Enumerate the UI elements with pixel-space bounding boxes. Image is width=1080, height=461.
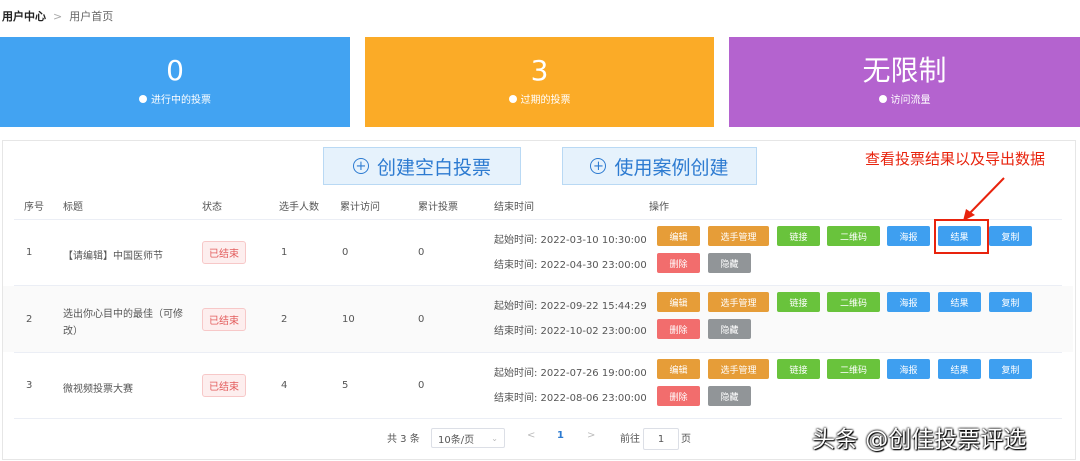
annotation-arrow-icon [963, 177, 1005, 221]
goto-label: 前往 [620, 434, 640, 445]
row-title: 【请编辑】中国医师节 [63, 251, 163, 262]
create-from-case-label: 使用案例创建 [614, 156, 729, 179]
header-status: 状态 [202, 202, 222, 213]
annotation-text: 查看投票结果以及导出数据 [865, 150, 1046, 168]
divider [14, 418, 1062, 419]
players-manage-button[interactable]: 选手管理 [708, 292, 769, 312]
next-page-icon[interactable]: > [587, 430, 595, 441]
header-players: 选手人数 [279, 202, 319, 213]
row-start-time: 起始时间: 2022-09-22 15:44:29 [494, 301, 647, 312]
row-players: 4 [281, 380, 288, 391]
delete-button[interactable]: 删除 [657, 319, 700, 339]
status-badge: 已结束 [202, 241, 246, 264]
pie-icon [139, 94, 147, 103]
row-end-time: 结束时间: 2022-04-30 23:00:00 [494, 260, 647, 271]
breadcrumb-current: 用户首页 [69, 10, 114, 23]
row-votes: 0 [418, 314, 425, 325]
pagination-total: 共 3 条 [387, 434, 420, 445]
header-votes: 累计投票 [418, 202, 458, 213]
players-manage-button[interactable]: 选手管理 [708, 226, 769, 246]
highlight-box [934, 219, 989, 254]
qrcode-button[interactable]: 二维码 [827, 359, 880, 379]
page-number-current[interactable]: 1 [557, 430, 564, 441]
stat-card-expired: 3 过期的投票 [365, 37, 714, 127]
page-size-value: 10条/页 [438, 434, 475, 446]
players-manage-button[interactable]: 选手管理 [708, 359, 769, 379]
poster-button[interactable]: 海报 [887, 292, 930, 312]
result-button[interactable]: 结果 [938, 359, 981, 379]
row-votes: 0 [418, 247, 425, 258]
row-players: 2 [281, 314, 288, 325]
header-visits: 累计访问 [340, 202, 380, 213]
row-start-time: 起始时间: 2022-03-10 10:30:00 [494, 235, 647, 246]
hide-button[interactable]: 隐藏 [708, 319, 751, 339]
row-title: 选出你心目中的最佳（可修 [63, 309, 183, 320]
plus-circle-icon: + [590, 158, 607, 174]
header-end-time: 结束时间 [494, 202, 534, 213]
stat-label: 访问流量 [890, 95, 931, 106]
row-title: 微视频投票大赛 [63, 384, 133, 395]
hide-button[interactable]: 隐藏 [708, 253, 751, 273]
edit-button[interactable]: 编辑 [657, 226, 700, 246]
row-title-line2: 改） [63, 326, 83, 337]
stat-value: 无限制 [862, 54, 947, 87]
stat-card-ongoing: 0 进行中的投票 [0, 37, 350, 127]
divider [14, 219, 1062, 220]
link-button[interactable]: 链接 [777, 292, 820, 312]
row-start-time: 起始时间: 2022-07-26 19:00:00 [494, 368, 647, 379]
stat-label: 过期的投票 [520, 95, 571, 106]
row-index: 3 [26, 380, 33, 391]
chevron-down-icon: ⌄ [491, 433, 498, 443]
hide-button[interactable]: 隐藏 [708, 386, 751, 406]
stat-card-traffic: 无限制 访问流量 [729, 37, 1080, 127]
copy-button[interactable]: 复制 [989, 292, 1032, 312]
poster-button[interactable]: 海报 [887, 359, 930, 379]
row-players: 1 [281, 247, 288, 258]
header-title: 标题 [63, 202, 83, 213]
row-votes: 0 [418, 380, 425, 391]
create-blank-vote-button[interactable]: + 创建空白投票 [323, 147, 521, 185]
plus-circle-icon: + [352, 158, 369, 174]
stat-value: 3 [530, 54, 549, 87]
stat-value: 0 [166, 54, 184, 87]
header-operations: 操作 [649, 202, 669, 213]
create-blank-label: 创建空白投票 [376, 156, 491, 179]
row-visits: 5 [342, 380, 349, 391]
result-button[interactable]: 结果 [938, 292, 981, 312]
qrcode-button[interactable]: 二维码 [827, 226, 880, 246]
delete-button[interactable]: 删除 [657, 253, 700, 273]
link-button[interactable]: 链接 [777, 359, 820, 379]
delete-button[interactable]: 删除 [657, 386, 700, 406]
row-end-time: 结束时间: 2022-10-02 23:00:00 [494, 326, 647, 337]
stat-label: 进行中的投票 [151, 95, 211, 106]
edit-button[interactable]: 编辑 [657, 359, 700, 379]
qrcode-button[interactable]: 二维码 [827, 292, 880, 312]
chevron-right-icon: > [53, 10, 63, 23]
breadcrumb: 用户中心 > 用户首页 [2, 8, 113, 24]
poster-button[interactable]: 海报 [887, 226, 930, 246]
status-badge: 已结束 [202, 308, 246, 331]
copy-button[interactable]: 复制 [989, 226, 1032, 246]
pie-icon [508, 94, 517, 103]
row-index: 2 [26, 314, 33, 325]
create-from-case-button[interactable]: + 使用案例创建 [562, 147, 757, 185]
prev-page-icon[interactable]: < [527, 430, 535, 441]
row-visits: 0 [342, 247, 349, 258]
goto-page-input[interactable]: 1 [643, 428, 679, 450]
header-index: 序号 [24, 202, 44, 213]
row-index: 1 [26, 247, 33, 258]
divider [14, 352, 1062, 353]
page-unit-label: 页 [681, 434, 691, 445]
row-visits: 10 [342, 314, 355, 325]
pie-icon [878, 94, 887, 103]
link-button[interactable]: 链接 [777, 226, 820, 246]
page-size-select[interactable]: 10条/页 ⌄ [431, 428, 505, 448]
copy-button[interactable]: 复制 [989, 359, 1032, 379]
row-end-time: 结束时间: 2022-08-06 23:00:00 [494, 393, 647, 404]
status-badge: 已结束 [202, 374, 246, 397]
watermark: 头条 @创佳投票评选 [812, 427, 1027, 453]
edit-button[interactable]: 编辑 [657, 292, 700, 312]
breadcrumb-root[interactable]: 用户中心 [2, 10, 46, 23]
